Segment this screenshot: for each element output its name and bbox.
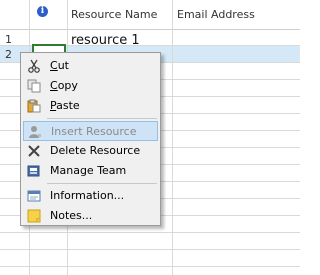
information-icon [27, 189, 41, 203]
menu-item-paste[interactable]: Paste [23, 96, 158, 116]
menu-item-label: Copy [50, 79, 78, 92]
info-icon[interactable]: i [37, 6, 48, 17]
paste-icon [27, 99, 41, 113]
menu-item-label: Delete Resource [50, 144, 141, 157]
grid-line [0, 266, 300, 267]
column-header-resource-name[interactable]: Resource Name [71, 8, 157, 21]
menu-item-insert-resource[interactable]: Insert Resource [23, 121, 158, 141]
resource-name-cell[interactable]: resource 1 [71, 33, 140, 48]
delete-x-icon [27, 144, 41, 158]
row-number[interactable]: 2 [5, 48, 12, 61]
grid-line [0, 249, 300, 250]
menu-item-label: Notes... [50, 209, 93, 222]
manage-team-icon [27, 164, 41, 178]
menu-item-copy[interactable]: Copy [23, 76, 158, 96]
menu-item-label: Manage Team [50, 164, 127, 177]
menu-item-notes[interactable]: Notes... [23, 206, 158, 226]
grid-line [0, 232, 300, 233]
menu-item-label: Insert Resource [51, 125, 137, 138]
menu-item-information[interactable]: Information... [23, 186, 158, 206]
scissors-icon [27, 59, 41, 73]
menu-item-manage-team[interactable]: Manage Team [23, 161, 158, 181]
header-divider [0, 29, 300, 30]
menu-item-delete-resource[interactable]: Delete Resource [23, 141, 158, 161]
menu-item-label: Information... [50, 189, 125, 202]
context-menu: Cut Copy Paste Insert Resource Delete Re… [20, 52, 161, 226]
grid-line [172, 0, 173, 275]
menu-item-label: Paste [50, 99, 80, 112]
row-number[interactable]: 1 [5, 33, 12, 46]
copy-icon [27, 79, 41, 93]
menu-separator [47, 118, 157, 119]
menu-separator [47, 183, 157, 184]
menu-item-cut[interactable]: Cut [23, 56, 158, 76]
notes-icon [27, 209, 41, 223]
insert-resource-icon [28, 125, 42, 139]
column-header-email[interactable]: Email Address [177, 8, 255, 21]
menu-item-label: Cut [50, 59, 69, 72]
